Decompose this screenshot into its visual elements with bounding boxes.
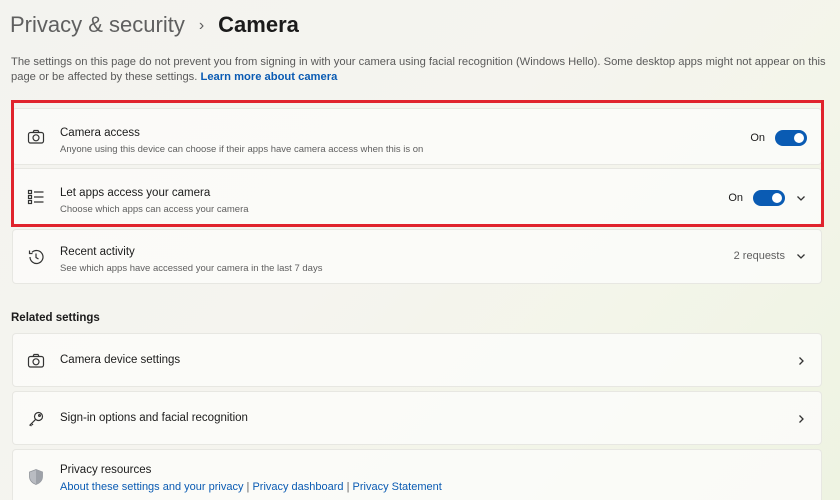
camera-access-subtitle: Anyone using this device can choose if t… <box>60 144 424 155</box>
privacy-resources-title: Privacy resources <box>60 464 152 476</box>
privacy-statement-link[interactable]: Privacy Statement <box>353 481 442 493</box>
camera-access-row: Camera access Anyone using this device c… <box>12 108 822 165</box>
apps-access-toggle[interactable] <box>753 190 785 206</box>
shield-icon <box>27 468 45 486</box>
learn-more-link[interactable]: Learn more about camera <box>201 71 338 83</box>
about-settings-link[interactable]: About these settings and your privacy <box>60 481 243 493</box>
chevron-right-icon <box>795 355 807 367</box>
camera-device-settings-title: Camera device settings <box>60 354 181 366</box>
privacy-resources-row: Privacy resources About these settings a… <box>12 449 822 500</box>
privacy-links: About these settings and your privacy | … <box>60 481 442 493</box>
key-icon <box>27 410 45 428</box>
camera-access-toggle[interactable] <box>775 130 807 146</box>
camera-device-settings-row[interactable]: Camera device settings <box>12 333 822 387</box>
breadcrumb-parent[interactable]: Privacy & security <box>10 12 185 38</box>
page-title: Camera <box>218 12 299 37</box>
apps-access-state: On <box>728 192 743 204</box>
description-text: The settings on this page do not prevent… <box>11 56 826 83</box>
camera-access-state: On <box>750 132 765 144</box>
camera-icon <box>27 352 45 370</box>
chevron-down-icon[interactable] <box>795 250 807 262</box>
apps-access-title: Let apps access your camera <box>60 187 211 199</box>
chevron-down-icon[interactable] <box>795 192 807 204</box>
chevron-right-icon <box>795 413 807 425</box>
recent-activity-row[interactable]: Recent activity See which apps have acce… <box>12 229 822 284</box>
camera-access-title: Camera access <box>60 127 140 139</box>
breadcrumb-separator-icon: › <box>198 17 205 34</box>
page-description: The settings on this page do not prevent… <box>11 55 826 85</box>
recent-activity-subtitle: See which apps have accessed your camera… <box>60 263 323 274</box>
privacy-dashboard-link[interactable]: Privacy dashboard <box>252 481 343 493</box>
recent-activity-title: Recent activity <box>60 246 135 258</box>
link-separator: | <box>246 481 250 493</box>
app-list-icon <box>27 188 45 206</box>
related-settings-heading: Related settings <box>11 312 100 324</box>
link-separator: | <box>346 481 350 493</box>
sign-in-options-title: Sign-in options and facial recognition <box>60 412 248 424</box>
breadcrumb: Privacy & security › Camera <box>10 10 299 40</box>
apps-access-row[interactable]: Let apps access your camera Choose which… <box>12 168 822 225</box>
sign-in-options-row[interactable]: Sign-in options and facial recognition <box>12 391 822 445</box>
history-icon <box>27 248 45 266</box>
recent-activity-count: 2 requests <box>733 250 785 262</box>
apps-access-subtitle: Choose which apps can access your camera <box>60 204 249 215</box>
camera-icon <box>27 128 45 146</box>
